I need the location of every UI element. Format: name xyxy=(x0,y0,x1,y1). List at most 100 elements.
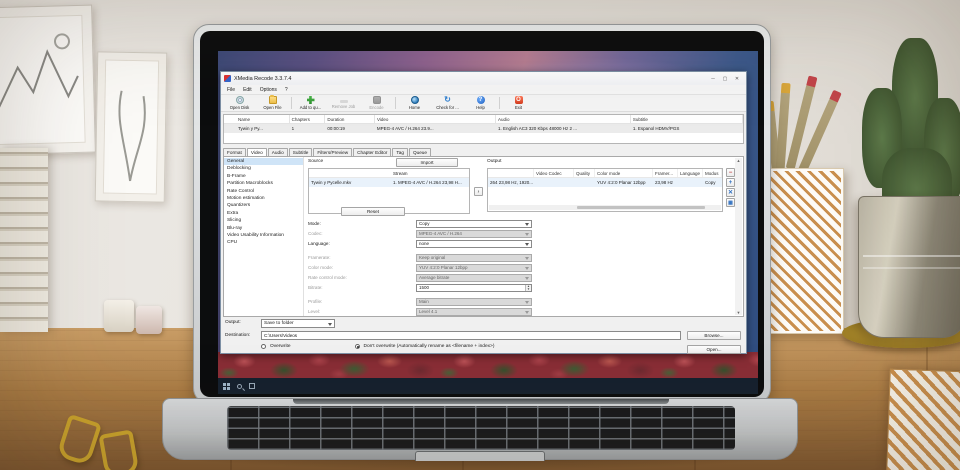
home-button[interactable]: Home xyxy=(398,95,431,111)
globe-icon xyxy=(410,96,419,104)
disk-icon xyxy=(235,96,244,104)
output-stream-buttons: − + ✕ ▦ xyxy=(726,168,735,207)
start-button[interactable] xyxy=(223,382,230,390)
chevron-down-icon xyxy=(525,311,529,314)
language-row: Language: none xyxy=(308,239,728,248)
open-file-button[interactable]: Open File xyxy=(256,95,289,111)
sidebar-item-slicing[interactable]: Slicing xyxy=(224,217,303,224)
level-select: Level 4.1 xyxy=(416,307,532,316)
chevron-down-icon xyxy=(525,277,529,280)
video-tab-panel: General Deblocking B-Frame Partition Mac… xyxy=(223,156,744,317)
scroll-up-icon[interactable]: ▲ xyxy=(737,158,741,163)
minimize-button[interactable]: ─ xyxy=(707,74,719,83)
output-stream-table: Video Codec Quality Color mode Framer...… xyxy=(487,168,723,212)
rate-control-select: Average bitrate xyxy=(416,273,532,282)
sidebar-item-motion-estimation[interactable]: Motion estimation xyxy=(224,195,303,202)
tab-subtitle[interactable]: Subtitle xyxy=(288,148,313,156)
picture-frame-second xyxy=(94,51,168,203)
profile-select: Main xyxy=(416,297,532,306)
refresh-icon: ↻ xyxy=(444,95,451,104)
laptop-trackpad xyxy=(415,451,545,461)
output-mode-select[interactable]: Save to folder xyxy=(261,319,335,328)
sidebar-item-b-frame[interactable]: B-Frame xyxy=(224,173,303,180)
job-row[interactable]: Tywin y Py... 1 00:00:19 MPEG-4 AVC / H.… xyxy=(224,124,743,133)
maximize-button[interactable]: ▢ xyxy=(719,74,731,83)
washi-tape-roll xyxy=(104,300,134,332)
output-stream-row[interactable]: 264 23,98 Hz, 1920... YUV 4:2:0 Planar 1… xyxy=(488,178,722,187)
task-view-icon[interactable] xyxy=(249,383,255,389)
output-horizontal-scrollbar[interactable] xyxy=(489,205,721,210)
clear-streams-button[interactable]: ✕ xyxy=(726,188,735,197)
overwrite-radio[interactable] xyxy=(261,344,266,349)
help-icon: ? xyxy=(476,96,485,104)
toolbar-separator xyxy=(291,97,292,109)
source-stream-row[interactable]: Tywin y Pycelle.mkv 1. MPEG-4 AVC / H.26… xyxy=(309,178,469,187)
menu-help[interactable]: ? xyxy=(281,87,292,93)
chevron-down-icon xyxy=(525,301,529,304)
sidebar-item-quantizers[interactable]: Quantizers xyxy=(224,202,303,209)
chevron-down-icon xyxy=(525,257,529,260)
panel-vertical-scrollbar[interactable]: ▲ ▼ xyxy=(735,158,742,315)
browse-button[interactable]: Browse... xyxy=(687,331,741,340)
chevron-down-icon xyxy=(328,323,332,326)
remove-job-button[interactable]: Remove Job xyxy=(327,95,360,111)
remove-icon xyxy=(339,100,348,103)
import-button[interactable]: Import xyxy=(396,158,458,167)
encode-button[interactable]: Encode xyxy=(360,95,393,111)
search-icon[interactable] xyxy=(237,383,242,389)
sidebar-item-blu-ray[interactable]: Blu-ray xyxy=(224,225,303,232)
sidebar-item-extra[interactable]: Extra xyxy=(224,210,303,217)
menu-edit[interactable]: Edit xyxy=(239,87,256,93)
bitrate-row: Bitrate: 1500 ▲ ▼ xyxy=(308,283,728,292)
add-to-queue-button[interactable]: Add to qu... xyxy=(294,95,327,111)
language-select[interactable]: none xyxy=(416,239,532,248)
laptop-screen: XMedia Recode 3.3.7.4 ─ ▢ ✕ File Edit Op… xyxy=(218,51,758,394)
sidebar-item-vui[interactable]: Video Usability Information xyxy=(224,232,303,239)
laptop-bezel: XMedia Recode 3.3.7.4 ─ ▢ ✕ File Edit Op… xyxy=(200,31,764,397)
color-mode-select: YUV 4:2:0 Planar 12bpp xyxy=(416,263,532,272)
menu-options[interactable]: Options xyxy=(256,87,281,93)
toolbar-separator xyxy=(499,97,500,109)
add-stream-button[interactable]: + xyxy=(726,178,735,187)
app-icon xyxy=(224,75,231,82)
sidebar-item-cpu[interactable]: CPU xyxy=(224,239,303,246)
sidebar-item-partition-macroblocks[interactable]: Partition Macroblocks xyxy=(224,180,303,187)
sidebar-item-general[interactable]: General xyxy=(224,158,303,166)
spinner-arrows-icon[interactable]: ▲ ▼ xyxy=(525,284,531,291)
chevron-paper-bag xyxy=(886,368,960,470)
remove-stream-button[interactable]: − xyxy=(726,168,735,177)
open-button[interactable]: Open... xyxy=(687,345,741,354)
menu-file[interactable]: File xyxy=(223,87,239,93)
scroll-down-icon[interactable]: ▼ xyxy=(737,310,741,315)
exit-button[interactable]: O Exit xyxy=(502,95,535,111)
check-updates-button[interactable]: ↻ Check for ... xyxy=(431,95,464,111)
reset-button[interactable]: Reset xyxy=(341,207,405,216)
metal-bucket-planter xyxy=(858,196,960,338)
output-destination-panel: Output: Save to folder Destination: Brow… xyxy=(221,317,746,359)
output-label: Output: xyxy=(225,320,241,325)
mode-select[interactable]: Copy xyxy=(416,219,532,228)
sidebar-item-deblocking[interactable]: Deblocking xyxy=(224,165,303,172)
tab-queue[interactable]: Queue xyxy=(408,148,432,156)
tab-filters-preview[interactable]: Filters/Preview xyxy=(313,148,353,156)
laptop-lid: XMedia Recode 3.3.7.4 ─ ▢ ✕ File Edit Op… xyxy=(193,24,771,404)
tab-tag[interactable]: Tag xyxy=(392,148,408,156)
laptop-keyboard xyxy=(227,406,735,450)
destination-input[interactable] xyxy=(261,331,681,340)
tab-format[interactable]: Format xyxy=(223,148,246,156)
folder-icon xyxy=(268,95,277,104)
tab-chapter-editor[interactable]: Chapter Editor xyxy=(353,148,392,156)
close-button[interactable]: ✕ xyxy=(731,74,743,83)
sidebar-item-rate-control[interactable]: Rate Control xyxy=(224,188,303,195)
video-settings-list: General Deblocking B-Frame Partition Mac… xyxy=(224,157,304,316)
help-button[interactable]: ? Help xyxy=(464,95,497,111)
bitrate-spinner[interactable]: 1500 ▲ ▼ xyxy=(416,283,532,292)
washi-tape-roll xyxy=(136,306,162,334)
dont-overwrite-radio[interactable] xyxy=(354,344,360,349)
job-list-header: Name Chapters Duration Video Audio Subti… xyxy=(224,115,744,124)
open-disk-button[interactable]: Open Disk xyxy=(223,95,256,111)
stream-grid-button[interactable]: ▦ xyxy=(726,198,735,207)
tab-audio[interactable]: Audio xyxy=(267,148,288,156)
move-stream-button[interactable]: › xyxy=(474,187,483,196)
window-titlebar[interactable]: XMedia Recode 3.3.7.4 ─ ▢ ✕ xyxy=(221,72,746,85)
